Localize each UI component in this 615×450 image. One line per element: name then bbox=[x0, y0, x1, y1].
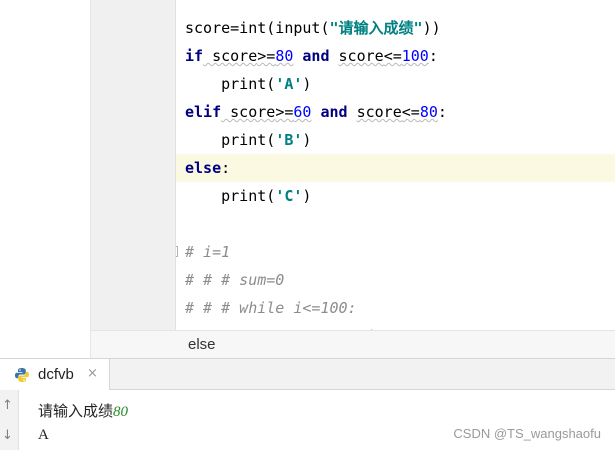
code-text: if score>=80 and score<=100: bbox=[185, 47, 438, 65]
console-prompt: 请输入成绩 bbox=[38, 404, 114, 420]
code-text: # # # sum += i bbox=[185, 322, 375, 330]
code-text: else: bbox=[185, 159, 231, 177]
console-output-line: A bbox=[38, 427, 49, 443]
watermark: CSDN @TS_wangshaofu bbox=[453, 426, 601, 441]
console-user-input: 80 bbox=[113, 404, 129, 420]
run-console[interactable]: ↑ ↓ 请输入成绩80 A bbox=[0, 390, 615, 450]
code-text: elif score>=60 and score<=80: bbox=[185, 103, 447, 121]
close-icon[interactable]: × bbox=[87, 366, 98, 381]
code-text: print('C') bbox=[185, 187, 312, 205]
code-text: # i=1 bbox=[185, 243, 231, 261]
code-text: # # # sum=0 bbox=[185, 271, 285, 289]
run-tab-title: dcfvb bbox=[38, 366, 74, 383]
code-text: score=int(input("请输入成绩")) bbox=[185, 19, 441, 37]
python-icon bbox=[15, 368, 29, 382]
console-input-line: 请输入成绩80 bbox=[38, 400, 128, 421]
editor-gutter bbox=[91, 0, 176, 330]
scroll-up-icon[interactable]: ↑ bbox=[2, 398, 13, 413]
run-tab[interactable]: dcfvb × bbox=[0, 359, 110, 390]
run-tab-bar: dcfvb × bbox=[0, 358, 615, 390]
breadcrumb-item[interactable]: else bbox=[188, 336, 216, 353]
code-text: print('B') bbox=[185, 131, 312, 149]
tool-window-strip bbox=[0, 0, 91, 358]
code-text: # # # while i<=100: bbox=[185, 299, 357, 317]
scroll-down-icon[interactable]: ↓ bbox=[2, 428, 13, 443]
breadcrumb[interactable]: else bbox=[91, 330, 615, 358]
code-text: print('A') bbox=[185, 75, 312, 93]
console-toolbar: ↑ ↓ bbox=[0, 390, 19, 450]
